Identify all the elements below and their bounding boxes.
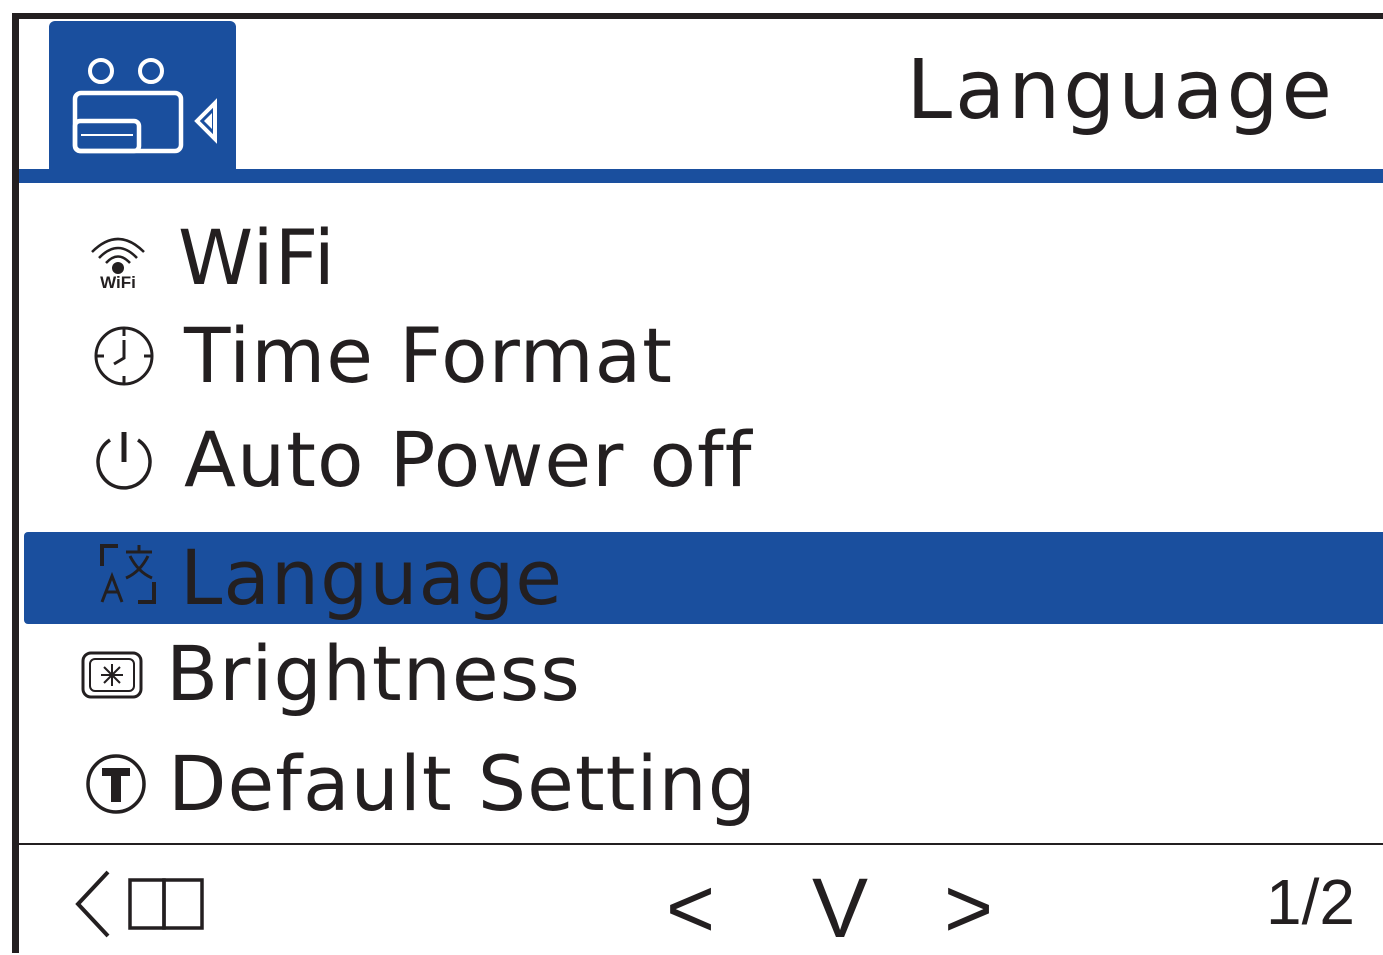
menu-item-label: Auto Power off: [184, 415, 753, 504]
svg-text:WiFi: WiFi: [100, 273, 136, 290]
footer-divider: [19, 843, 1383, 845]
prev-button[interactable]: <: [666, 866, 715, 950]
down-button[interactable]: V: [812, 866, 868, 950]
language-icon: [100, 544, 156, 604]
menu-item-label: Language: [180, 533, 564, 622]
clock-icon: [94, 326, 154, 386]
screen-frame-left: [12, 13, 19, 953]
menu-item-label: Time Format: [184, 311, 673, 400]
settings-tab[interactable]: [49, 21, 236, 173]
default-setting-icon: [86, 754, 146, 814]
menu-item-label: WiFi: [178, 213, 336, 302]
menu-item-brightness[interactable]: Brightness: [24, 628, 1383, 720]
page-indicator: 1/2: [1266, 866, 1355, 938]
menu-item-wifi[interactable]: WiFi WiFi: [24, 212, 1383, 304]
menu-item-default-setting[interactable]: Default Setting: [24, 738, 1383, 830]
screen-frame-top: [12, 13, 1383, 19]
next-button[interactable]: >: [944, 866, 993, 950]
brightness-icon: [81, 651, 143, 699]
power-icon: [96, 432, 152, 490]
settings-tab-icon: [72, 58, 217, 154]
wifi-icon: WiFi: [91, 237, 145, 290]
header-divider: [19, 169, 1383, 183]
menu-item-time-format[interactable]: Time Format: [24, 310, 1383, 402]
page-title: Language: [906, 43, 1335, 138]
menu-item-label: Brightness: [166, 629, 581, 718]
menu-item-label: Default Setting: [168, 739, 757, 828]
back-icon[interactable]: [72, 868, 212, 940]
menu-item-language[interactable]: Language: [24, 532, 1383, 624]
menu-item-auto-power-off[interactable]: Auto Power off: [24, 414, 1383, 506]
